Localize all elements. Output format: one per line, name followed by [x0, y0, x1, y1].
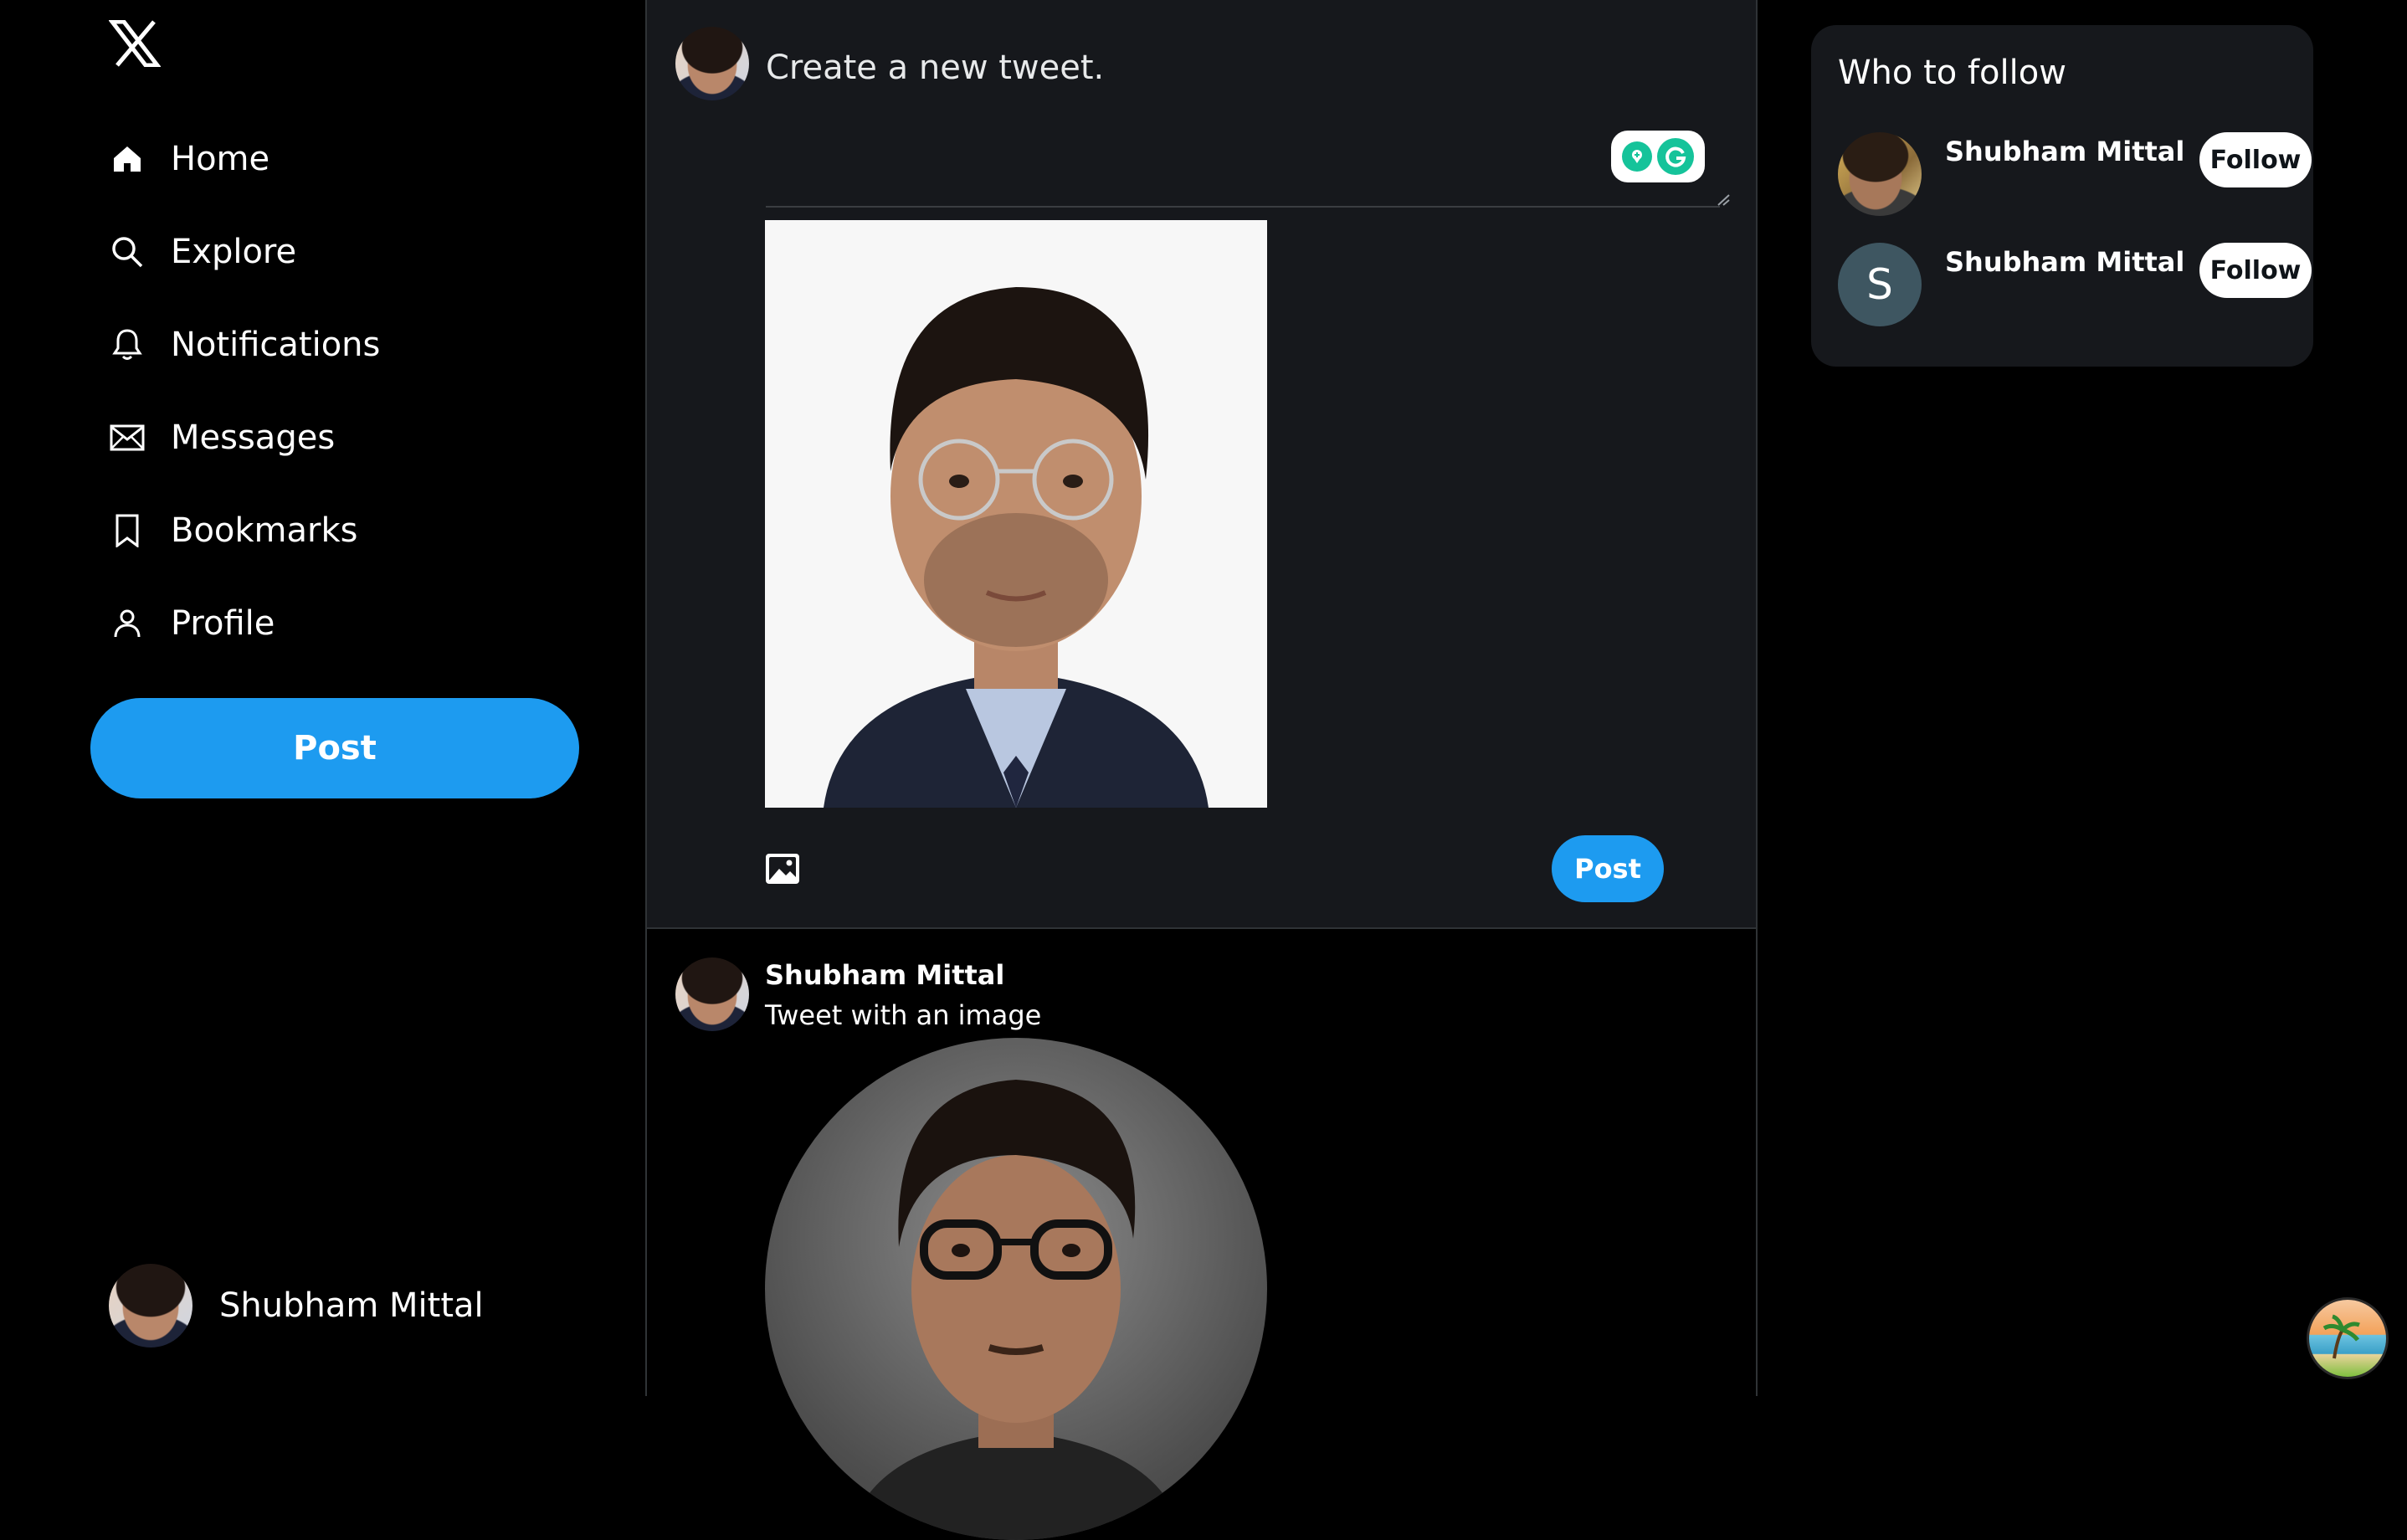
sidebar-item-label: Home [171, 140, 270, 178]
who-to-follow-panel: Who to follow Shubham Mittal Follow S Sh… [1811, 25, 2313, 367]
avatar [109, 1264, 192, 1348]
account-name: Shubham Mittal [219, 1286, 484, 1325]
sidebar-item-label: Profile [171, 604, 275, 643]
tweet-input[interactable] [766, 17, 1720, 208]
tweet-text: Tweet with an image [765, 999, 1042, 1031]
sidebar-item-home[interactable]: Home [109, 126, 269, 192]
grammarly-suggestion-icon[interactable] [1622, 141, 1652, 172]
post-button[interactable]: Post [90, 698, 579, 798]
panel-title: Who to follow [1838, 54, 2066, 92]
resize-handle-icon[interactable] [1717, 194, 1730, 206]
x-logo-icon[interactable] [109, 20, 161, 67]
sidebar-item-label: Messages [171, 418, 336, 457]
search-icon [109, 234, 146, 270]
grammarly-widget[interactable] [1611, 131, 1705, 182]
sidebar-item-label: Bookmarks [171, 511, 358, 550]
person-icon [109, 605, 146, 642]
follow-suggestion[interactable]: S Shubham Mittal Follow [1838, 243, 2312, 326]
home-icon [109, 141, 146, 177]
tweet-image[interactable] [765, 1038, 1267, 1540]
sidebar-item-label: Explore [171, 233, 297, 271]
sidebar-item-messages[interactable]: Messages [109, 404, 335, 471]
avatar[interactable] [1838, 132, 1922, 216]
image-icon[interactable] [764, 852, 801, 886]
tweet[interactable]: Shubham Mittal Tweet with an image [647, 931, 1756, 1540]
follow-suggestion[interactable]: Shubham Mittal Follow [1838, 132, 2312, 216]
bookmark-icon [109, 512, 146, 549]
bell-icon [109, 326, 146, 363]
submit-tweet-button[interactable]: Post [1552, 835, 1664, 902]
tweet-composer: Post [647, 0, 1756, 929]
sidebar-item-label: Notifications [171, 326, 381, 364]
avatar[interactable] [675, 957, 749, 1031]
left-sidebar: Home Explore Notifications Messages Book… [0, 0, 645, 1396]
tweet-author[interactable]: Shubham Mittal [765, 959, 1004, 991]
grammarly-icon[interactable] [1657, 138, 1694, 175]
sidebar-item-bookmarks[interactable]: Bookmarks [109, 497, 357, 564]
sidebar-item-notifications[interactable]: Notifications [109, 311, 380, 378]
mail-icon [109, 419, 146, 456]
follow-button[interactable]: Follow [2199, 132, 2312, 187]
attached-image-preview[interactable] [765, 220, 1267, 808]
browser-extension-icon[interactable] [2307, 1297, 2389, 1379]
main-feed: Post Shubham Mittal Tweet with an image [645, 0, 1758, 1540]
account-switcher[interactable]: Shubham Mittal [109, 1264, 484, 1348]
sidebar-item-explore[interactable]: Explore [109, 218, 296, 285]
avatar[interactable]: S [1838, 243, 1922, 326]
avatar [675, 27, 749, 100]
sidebar-item-profile[interactable]: Profile [109, 590, 275, 657]
follow-button[interactable]: Follow [2199, 243, 2312, 298]
follow-suggestion-name[interactable]: Shubham Mittal [1945, 246, 2184, 278]
follow-suggestion-name[interactable]: Shubham Mittal [1945, 136, 2184, 167]
